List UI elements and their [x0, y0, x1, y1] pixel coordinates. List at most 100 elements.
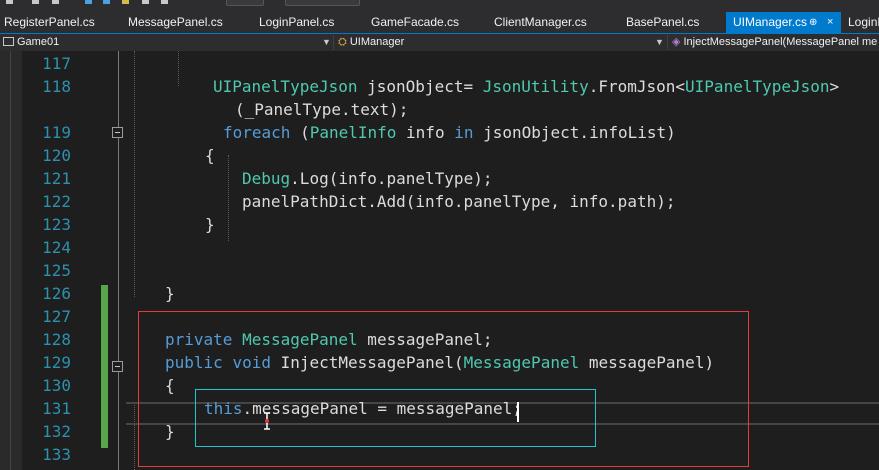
line-number: 124	[42, 238, 71, 257]
code-token: UIPanelTypeJson	[685, 77, 830, 96]
code-token: Debug	[242, 169, 291, 188]
code-token: UIPanelTypeJson	[213, 77, 358, 96]
tab-base-panel[interactable]: BasePanel.cs	[626, 12, 699, 33]
indent-guide	[134, 51, 135, 297]
line-number: 122	[42, 192, 71, 211]
tab-ui-manager[interactable]: UIManager.cs ⊕ ×	[726, 12, 841, 33]
document-tab-bar: RegisterPanel.cs MessagePanel.cs LoginPa…	[0, 12, 879, 34]
code-token: }	[205, 215, 215, 234]
tab-label: MessagePanel.cs	[128, 15, 223, 29]
code-token: JsonUtility	[482, 77, 589, 96]
tab-label: ClientManager.cs	[494, 15, 587, 29]
outline-line	[118, 138, 119, 361]
line-number: 120	[42, 146, 71, 165]
code-token: >	[829, 77, 840, 96]
line-number: 121	[42, 169, 71, 188]
tab-label: UIManager.cs	[733, 15, 808, 29]
collapse-icon[interactable]	[112, 127, 123, 138]
code-line[interactable]: UIPanelTypeJson jsonObject= JsonUtility.…	[213, 75, 839, 98]
scrollbar-gutter	[0, 51, 22, 470]
line-number: 117	[42, 54, 71, 73]
toolbar-icon[interactable]	[85, 0, 92, 4]
tab-game-facade[interactable]: GameFacade.cs	[371, 12, 459, 33]
member-dropdown[interactable]: ◈ InjectMessagePanel(MessagePanel me	[672, 34, 877, 51]
tab-register-panel[interactable]: RegisterPanel.cs	[4, 12, 95, 33]
line-number: 132	[42, 422, 71, 441]
indent-guide	[178, 51, 179, 86]
code-token: jsonObject=	[357, 77, 483, 96]
code-line[interactable]: foreach (PanelInfo info in jsonObject.in…	[223, 121, 676, 144]
tab-label: LoginPanel.cs	[259, 15, 335, 29]
toolbar-icon[interactable]	[6, 0, 13, 4]
method-icon: ◈	[672, 36, 681, 48]
line-number: 131	[42, 399, 71, 418]
chevron-down-icon[interactable]: ▼	[655, 34, 664, 51]
code-token: (_PanelType.text);	[235, 100, 409, 119]
divider	[667, 35, 668, 50]
toolbar-icon[interactable]	[122, 0, 129, 4]
collapse-icon[interactable]	[112, 361, 123, 372]
outline-line	[118, 372, 119, 470]
tab-login-panel[interactable]: LoginPanel.cs	[259, 12, 334, 33]
code-line[interactable]: {	[205, 144, 215, 167]
code-token: jsonObject.infoList)	[473, 123, 676, 142]
toolbar-icon[interactable]	[52, 0, 59, 4]
code-line[interactable]: }	[205, 213, 215, 236]
line-number: 133	[42, 445, 71, 464]
close-icon[interactable]: ×	[827, 12, 833, 33]
code-token: in	[454, 123, 474, 142]
code-token: (	[290, 123, 310, 142]
line-number: 130	[42, 376, 71, 395]
code-token: }	[165, 284, 175, 303]
tab-client-manager[interactable]: ClientManager.cs	[494, 12, 587, 33]
code-token: .FromJson<	[588, 77, 686, 96]
class-label: UIManager	[349, 36, 405, 48]
toolbar-icon[interactable]	[103, 0, 110, 4]
code-token: foreach	[223, 123, 291, 142]
code-token: info	[396, 123, 455, 142]
line-number: 127	[42, 307, 71, 326]
code-token: .Log(info.panelType);	[290, 169, 493, 188]
tab-label: BasePanel.cs	[626, 15, 700, 29]
tab-label: GameFacade.cs	[371, 15, 460, 29]
line-number: 125	[42, 261, 71, 280]
navigation-bar: Game01 ▼ ⛭ UIManager ▼ ◈ InjectMessagePane…	[0, 34, 879, 52]
toolbar-icon[interactable]	[32, 0, 39, 4]
code-line[interactable]: }	[165, 282, 175, 305]
code-token: PanelInfo	[309, 123, 397, 142]
class-icon: ⛭	[338, 36, 347, 48]
toolbar-icon[interactable]	[142, 0, 149, 4]
code-line[interactable]: (_PanelType.text);	[235, 98, 408, 121]
chevron-down-icon[interactable]: ▼	[322, 34, 331, 51]
text-cursor	[517, 402, 519, 422]
line-number: 128	[42, 330, 71, 349]
code-line[interactable]: Debug.Log(info.panelType);	[242, 167, 492, 190]
project-dropdown[interactable]: Game01	[3, 34, 59, 51]
code-editor[interactable]: 117 118 UIPanelTypeJson jsonObject= JsonUt…	[0, 51, 879, 470]
line-number: 129	[42, 353, 71, 372]
mouse-ibeam-cursor-icon	[264, 412, 270, 430]
line-number: 118	[42, 77, 71, 96]
line-number: 123	[42, 215, 71, 234]
class-dropdown[interactable]: ⛭ UIManager	[338, 34, 404, 51]
annotation-cyan-box	[195, 389, 596, 447]
pin-icon[interactable]: ⊕	[809, 12, 817, 33]
project-label: Game01	[17, 36, 60, 48]
tab-message-panel[interactable]: MessagePanel.cs	[128, 12, 223, 33]
indent-guide	[228, 155, 229, 241]
toolbar-dropdown[interactable]	[226, 0, 264, 6]
tab-login-b[interactable]: LoginB	[848, 12, 879, 33]
csharp-project-icon	[3, 37, 14, 46]
code-line[interactable]: panelPathDict.Add(info.panelType, info.p…	[242, 190, 675, 213]
line-number: 126	[42, 284, 71, 303]
toolbar-strip	[0, 0, 879, 12]
line-number	[28, 98, 71, 121]
toolbar-dropdown[interactable]	[285, 0, 360, 6]
code-token: {	[205, 146, 215, 165]
code-token: panelPathDict.Add(info.panelType, info.p…	[242, 192, 676, 211]
member-label: InjectMessagePanel(MessagePanel me	[683, 36, 878, 48]
divider	[333, 35, 334, 50]
toolbar-icon[interactable]	[161, 0, 168, 4]
tab-label: LoginB	[848, 15, 879, 29]
change-marker	[101, 285, 108, 448]
